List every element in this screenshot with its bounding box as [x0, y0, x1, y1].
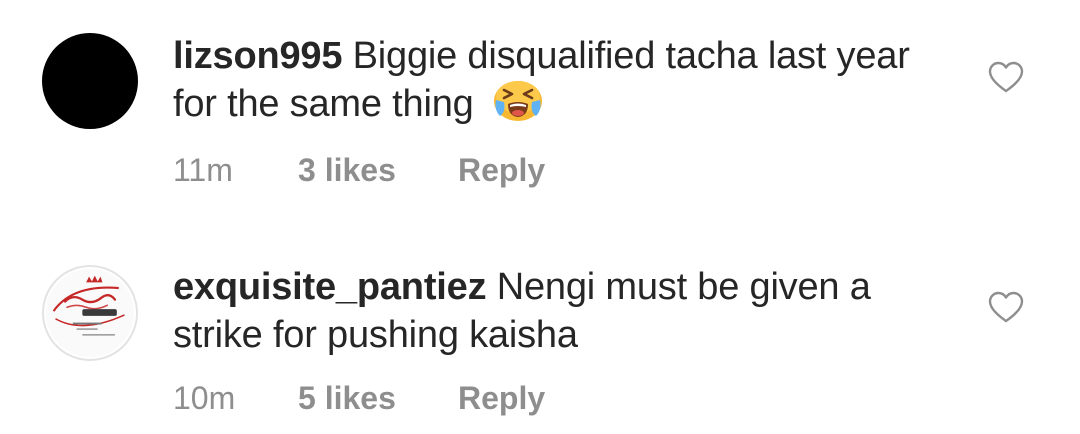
comment-username[interactable]: exquisite_pantiez: [173, 266, 487, 308]
comment-meta: 11m 3 likes Reply: [173, 150, 545, 190]
heart-icon[interactable]: [987, 60, 1025, 94]
comment-username[interactable]: lizson995: [173, 35, 342, 77]
comment-likes-count[interactable]: 3 likes: [298, 150, 458, 190]
comment-body: lizson995 Biggie disqualified tacha last…: [173, 32, 953, 128]
comment-item: lizson995 Biggie disqualified tacha last…: [0, 0, 1080, 215]
comment-body: exquisite_pantiez Nengi must be given a …: [173, 263, 953, 359]
comment-likes-count[interactable]: 5 likes: [298, 378, 458, 418]
reply-button[interactable]: Reply: [458, 378, 545, 418]
avatar[interactable]: [42, 265, 138, 361]
comment-meta: 10m 5 likes Reply: [173, 378, 545, 418]
comment-timestamp: 10m: [173, 380, 236, 416]
loudly-crying-face-emoji-icon: [492, 80, 544, 122]
exquisite-pantiez-logo-icon: [45, 268, 135, 358]
heart-icon[interactable]: [987, 290, 1025, 324]
comment-item: exquisite_pantiez Nengi must be given a …: [0, 230, 1080, 434]
comment-timestamp: 11m: [173, 152, 233, 188]
reply-button[interactable]: Reply: [458, 150, 545, 190]
avatar[interactable]: [42, 33, 138, 129]
